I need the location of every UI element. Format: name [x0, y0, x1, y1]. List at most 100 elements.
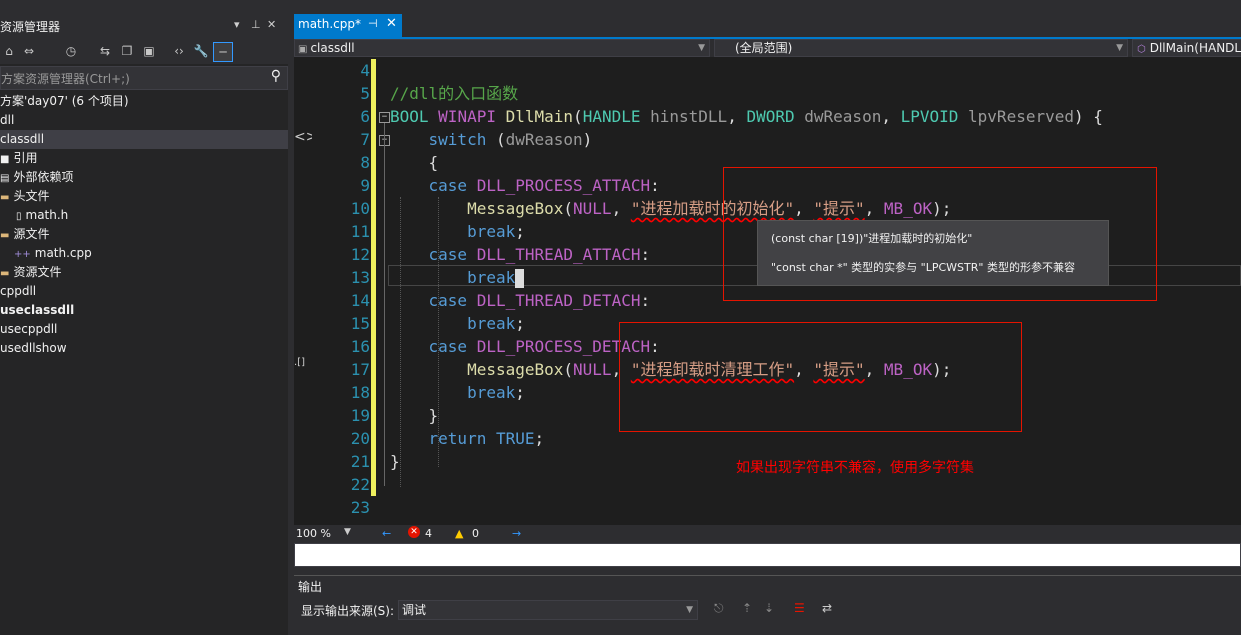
chevron-down-icon: ▼ — [1116, 43, 1123, 53]
line-number: 12 — [350, 245, 370, 264]
annotation-box-detach — [619, 322, 1022, 432]
line-number: 19 — [350, 406, 370, 425]
error-count[interactable]: 4 — [425, 527, 432, 540]
warning-count[interactable]: 0 — [472, 527, 479, 540]
pin-icon[interactable]: ⊥ — [251, 18, 261, 31]
collapse-all-icon[interactable]: ❐ — [118, 42, 136, 60]
line-number: 18 — [350, 383, 370, 402]
editor-left-margin: <> .[] — [294, 57, 317, 525]
tree-item-external-deps[interactable]: ▤ 外部依赖项 — [0, 168, 288, 187]
editor-input-strip[interactable] — [294, 543, 1241, 567]
line-number: 16 — [350, 337, 370, 356]
chevron-down-icon[interactable]: ▼ — [344, 527, 351, 537]
project-icon: ▣ — [298, 44, 308, 55]
search-placeholder: 方案资源管理器(Ctrl+;) — [1, 72, 130, 86]
external-deps-icon: ▤ — [0, 173, 10, 184]
tree-item-cppdll[interactable]: cppdll — [0, 282, 288, 301]
tree-item-useclassdll[interactable]: useclassdll — [0, 301, 288, 320]
prev-message-icon[interactable]: ⇡ — [742, 601, 752, 615]
code-line-13: break — [390, 266, 525, 289]
output-title: 输出 — [298, 580, 323, 594]
tooltip-type-line: (const char [19])"进程加载时的初始化" — [771, 232, 973, 245]
warning-icon: ▲ — [455, 527, 464, 540]
editor-status-bar: 100 % ▼ ← ✕ 4 ▲ 0 → — [294, 525, 1241, 543]
line-number: 13 — [350, 268, 370, 287]
error-tooltip: (const char [19])"进程加载时的初始化" "const char… — [757, 220, 1109, 286]
switch-views-icon[interactable]: ⇔ — [20, 42, 38, 60]
close-tab-icon[interactable]: ✕ — [386, 16, 397, 31]
prev-issue-icon[interactable]: ← — [382, 527, 391, 540]
code-line-15: break; — [467, 314, 525, 333]
tree-item-solution[interactable]: 方案'day07' (6 个项目) — [0, 92, 288, 111]
code-line-21: } — [390, 452, 400, 471]
dropdown-icon[interactable]: ▾ — [234, 18, 240, 31]
tree-item-dll[interactable]: dll — [0, 111, 288, 130]
pin-icon[interactable]: ⊣ — [368, 17, 378, 30]
tab-math-cpp[interactable]: math.cpp* ⊣ ✕ — [294, 14, 402, 37]
folder-icon: ▬ — [0, 268, 10, 279]
line-number: 23 — [350, 498, 370, 517]
pending-changes-icon[interactable]: ◷ — [62, 42, 80, 60]
preview-icon[interactable]: ─ — [213, 42, 233, 62]
scope-dropdown[interactable]: (全局范围) ▼ — [714, 39, 1128, 57]
code-line-19: } — [390, 406, 439, 425]
tree-item-math-h[interactable]: ▯ math.h — [0, 206, 304, 225]
tree-item-header-files[interactable]: ▬ 头文件 — [0, 187, 288, 206]
line-number: 14 — [350, 291, 370, 310]
error-icon: ✕ — [408, 526, 420, 538]
tab-label: math.cpp* — [298, 17, 361, 31]
go-to-location-icon[interactable]: ⎋ — [714, 601, 724, 616]
tree-item-resource-files[interactable]: ▬ 资源文件 — [0, 263, 288, 282]
line-number: 7 — [360, 130, 370, 149]
line-number: 22 — [350, 475, 370, 494]
navigation-bar: ▣ classdll ▼ (全局范围) ▼ ⬡ DllMain(HANDLE — [294, 39, 1241, 57]
divider — [294, 575, 1241, 576]
references-icon: ■ — [0, 154, 10, 165]
output-source-dropdown[interactable]: 调试 ▼ — [398, 600, 698, 620]
tree-item-source-files[interactable]: ▬ 源文件 — [0, 225, 288, 244]
fold-line — [384, 146, 385, 486]
line-number: 4 — [360, 61, 370, 80]
folder-icon: ▬ — [0, 192, 10, 203]
next-message-icon[interactable]: ⇣ — [764, 601, 774, 615]
close-icon[interactable]: ✕ — [267, 18, 276, 31]
search-icon[interactable]: ⚲ — [271, 68, 281, 84]
line-number: 5 — [360, 84, 370, 103]
code-line-11: break; — [467, 222, 525, 241]
folder-icon: ▬ — [0, 230, 10, 241]
solution-explorer: 资源管理器 ▾ ⊥ ✕ ⌂ ⇔ ◷ ⇆ ❐ ▣ ‹› 🔧 ─ 方案资源管理器(C… — [0, 0, 288, 635]
tree-item-math-cpp[interactable]: ++ math.cpp — [0, 244, 302, 263]
properties-icon[interactable]: 🔧 — [192, 42, 210, 60]
chevron-down-icon: ▼ — [698, 43, 705, 53]
member-dropdown[interactable]: ⬡ DllMain(HANDLE — [1132, 39, 1241, 57]
home-icon[interactable]: ⌂ — [0, 42, 18, 60]
fold-toggle[interactable]: − — [379, 112, 390, 123]
view-code-icon[interactable]: ‹› — [170, 42, 188, 60]
line-number: 8 — [360, 153, 370, 172]
line-number: 9 — [360, 176, 370, 195]
editor-tab-strip: math.cpp* ⊣ ✕ — [294, 14, 1241, 37]
code-line-9: case DLL_PROCESS_ATTACH: — [428, 176, 660, 195]
line-number: 10 — [350, 199, 370, 218]
project-dropdown[interactable]: ▣ classdll ▼ — [294, 39, 710, 57]
explorer-search-input[interactable]: 方案资源管理器(Ctrl+;) ⚲ — [0, 66, 288, 90]
line-number: 20 — [350, 429, 370, 448]
word-wrap-icon[interactable]: ⇄ — [822, 601, 832, 615]
next-issue-icon[interactable]: → — [512, 527, 521, 540]
tree-item-usedllshow[interactable]: usedllshow — [0, 339, 288, 358]
tree-item-usecppdll[interactable]: usecppdll — [0, 320, 288, 339]
tree-item-classdll[interactable]: classdll — [0, 130, 288, 149]
text-cursor — [515, 269, 525, 288]
clear-all-icon[interactable]: ☰ — [794, 601, 805, 615]
output-source-label: 显示输出来源(S): — [301, 604, 395, 618]
chevron-down-icon: ▼ — [686, 605, 693, 615]
show-all-files-icon[interactable]: ▣ — [140, 42, 158, 60]
sync-icon[interactable]: ⇆ — [96, 42, 114, 60]
explorer-title: 资源管理器 — [0, 20, 61, 34]
tree-item-references[interactable]: ■ 引用 — [0, 149, 288, 168]
line-number: 21 — [350, 452, 370, 471]
annotation-note: 如果出现字符串不兼容，使用多字符集 — [736, 460, 974, 476]
code-line-7: switch (dwReason) — [428, 130, 593, 149]
change-tracking-bar — [371, 59, 376, 496]
zoom-level[interactable]: 100 % — [296, 527, 331, 540]
